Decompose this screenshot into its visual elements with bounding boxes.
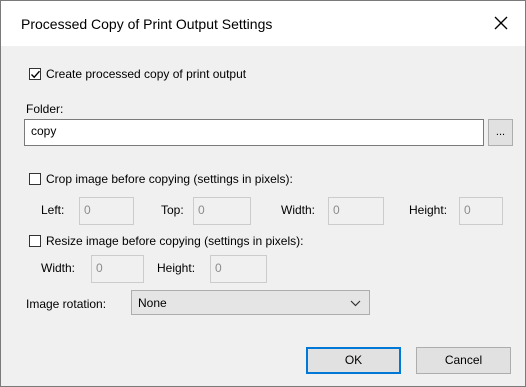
title-bar: Processed Copy of Print Output Settings <box>1 1 525 46</box>
browse-folder-button[interactable]: ... <box>488 119 513 146</box>
crop-width-value: 0 <box>333 203 340 217</box>
rotation-label: Image rotation: <box>26 297 107 311</box>
crop-height-label: Height: <box>409 203 448 217</box>
crop-width-label: Width: <box>281 203 316 217</box>
crop-top-value: 0 <box>198 203 205 217</box>
crop-label[interactable]: Crop image before copying (settings in p… <box>46 172 293 186</box>
dialog-title: Processed Copy of Print Output Settings <box>21 16 273 32</box>
resize-width-value: 0 <box>96 261 103 275</box>
crop-left-input[interactable]: 0 <box>79 197 134 225</box>
create-copy-checkbox[interactable] <box>29 68 41 80</box>
crop-height-value: 0 <box>464 203 471 217</box>
crop-left-label: Left: <box>41 203 65 217</box>
crop-height-input[interactable]: 0 <box>459 197 503 225</box>
close-button[interactable] <box>491 13 511 33</box>
resize-height-value: 0 <box>215 261 222 275</box>
resize-width-input[interactable]: 0 <box>91 255 144 283</box>
checkmark-icon <box>31 70 41 79</box>
folder-label: Folder: <box>26 102 64 116</box>
resize-checkbox[interactable] <box>29 235 41 247</box>
browse-button-label: ... <box>495 126 506 138</box>
resize-label[interactable]: Resize image before copying (settings in… <box>46 234 303 248</box>
resize-height-label: Height: <box>157 261 196 275</box>
settings-dialog: Processed Copy of Print Output Settings … <box>0 0 526 387</box>
resize-width-label: Width: <box>41 261 76 275</box>
cancel-button[interactable]: Cancel <box>416 347 511 374</box>
resize-height-input[interactable]: 0 <box>210 255 267 283</box>
crop-checkbox[interactable] <box>29 173 41 185</box>
folder-input[interactable]: copy <box>24 119 484 146</box>
rotation-select[interactable]: None <box>131 290 370 315</box>
folder-input-value: copy <box>31 124 57 138</box>
cancel-button-label: Cancel <box>444 353 483 367</box>
chevron-down-icon <box>350 300 361 307</box>
ok-button[interactable]: OK <box>306 347 401 374</box>
close-icon <box>494 16 508 30</box>
ok-button-label: OK <box>344 353 363 367</box>
crop-top-input[interactable]: 0 <box>193 197 251 225</box>
rotation-selected-value: None <box>138 296 167 310</box>
crop-top-label: Top: <box>161 203 184 217</box>
crop-left-value: 0 <box>84 203 91 217</box>
create-copy-label[interactable]: Create processed copy of print output <box>46 67 246 81</box>
crop-width-input[interactable]: 0 <box>328 197 384 225</box>
